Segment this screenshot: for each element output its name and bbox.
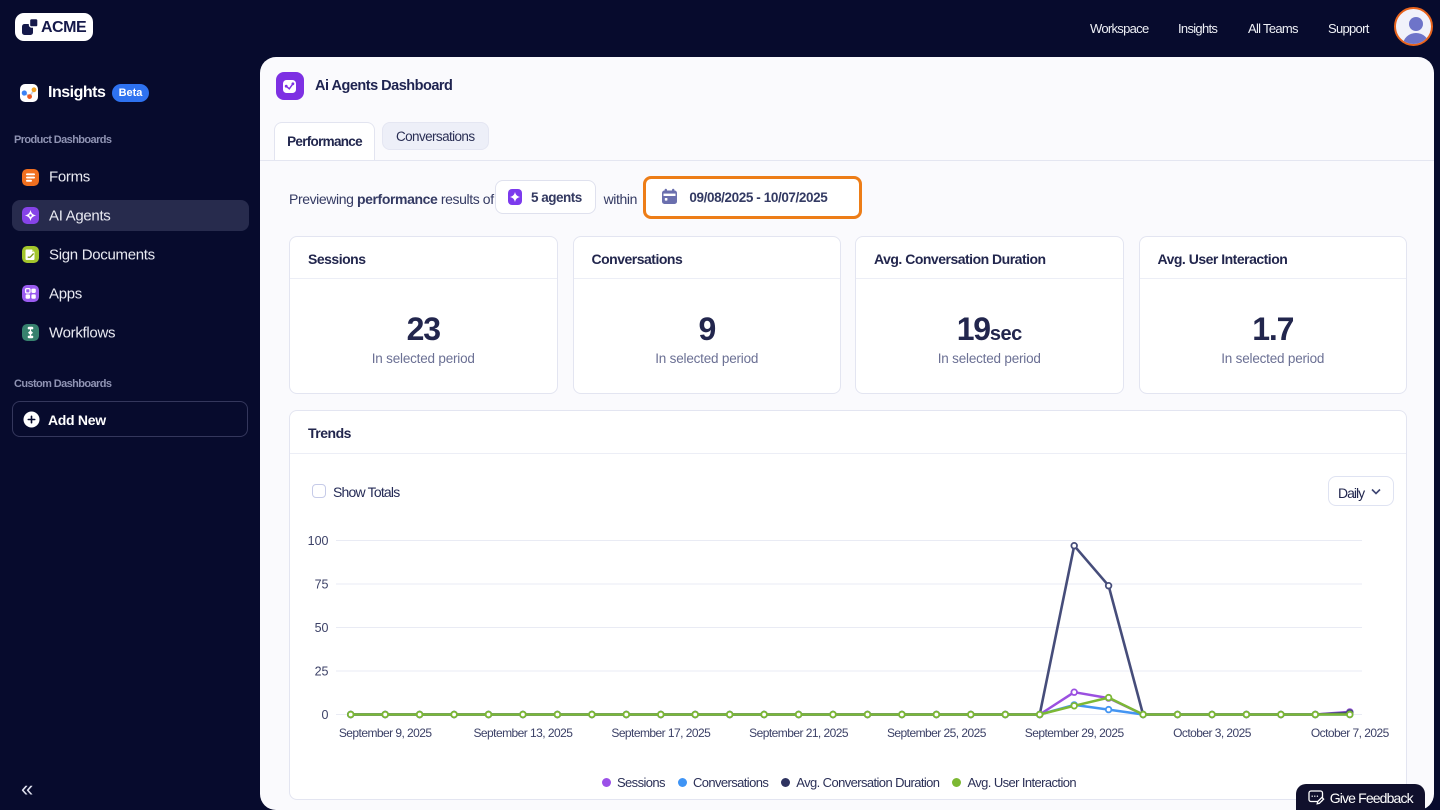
svg-text:October 3, 2025: October 3, 2025	[1173, 726, 1252, 740]
svg-text:September 25, 2025: September 25, 2025	[887, 726, 987, 740]
svg-text:75: 75	[315, 578, 329, 592]
svg-text:25: 25	[315, 665, 329, 679]
svg-text:50: 50	[315, 621, 329, 635]
svg-text:0: 0	[322, 708, 329, 722]
svg-text:September 29, 2025: September 29, 2025	[1025, 726, 1125, 740]
svg-text:100: 100	[308, 534, 329, 548]
svg-text:September 13, 2025: September 13, 2025	[473, 726, 573, 740]
svg-text:September 21, 2025: September 21, 2025	[749, 726, 849, 740]
svg-text:September 17, 2025: September 17, 2025	[611, 726, 711, 740]
svg-text:September 9, 2025: September 9, 2025	[339, 726, 433, 740]
svg-text:October 7, 2025: October 7, 2025	[1311, 726, 1390, 740]
